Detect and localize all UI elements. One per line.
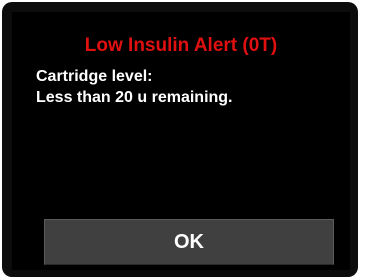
message-line-cartridge-level: Cartridge level: — [36, 68, 153, 85]
message-line-remaining: Less than 20 u remaining. — [36, 89, 233, 106]
alert-screen: Low Insulin Alert (0T) Cartridge level: … — [12, 12, 350, 270]
device-frame: Low Insulin Alert (0T) Cartridge level: … — [2, 2, 358, 277]
ok-button[interactable]: OK — [44, 219, 334, 265]
alert-title: Low Insulin Alert (0T) — [84, 35, 278, 56]
alert-message: Cartridge level: Less than 20 u remainin… — [36, 66, 233, 108]
